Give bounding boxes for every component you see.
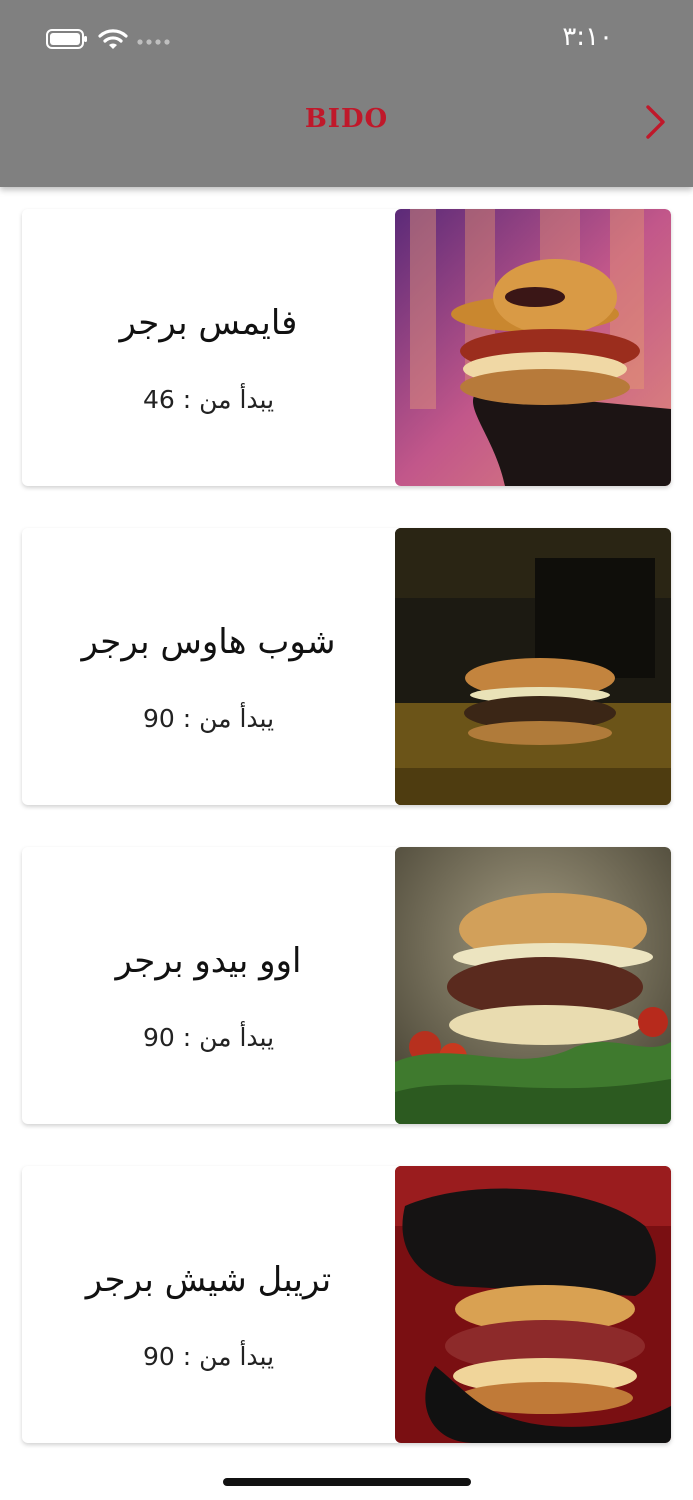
menu-item-photo — [395, 528, 671, 805]
menu-item-photo — [395, 1166, 671, 1443]
menu-item-title: فايمس برجر — [119, 303, 298, 343]
app-header: ٣:١٠ BIDO — [0, 0, 693, 187]
cellular-signal-icon — [137, 39, 170, 45]
menu-item-info: فايمس برجر يبدأ من : 46 — [22, 209, 395, 486]
menu-item-title: تريبل شيش برجر — [85, 1260, 332, 1300]
menu-item-photo — [395, 209, 671, 486]
menu-item-card[interactable]: تريبل شيش برجر يبدأ من : 90 — [22, 1166, 671, 1443]
menu-item-title: شوب هاوس برجر — [81, 622, 336, 662]
status-time: ٣:١٠ — [562, 22, 613, 52]
menu-item-price: يبدأ من : 90 — [142, 1342, 275, 1371]
menu-item-info: تريبل شيش برجر يبدأ من : 90 — [22, 1166, 395, 1443]
menu-item-info: اوو بيدو برجر يبدأ من : 90 — [22, 847, 395, 1124]
menu-item-price: يبدأ من : 46 — [142, 385, 275, 414]
menu-item-card[interactable]: شوب هاوس برجر يبدأ من : 90 — [22, 528, 671, 805]
home-indicator[interactable] — [223, 1478, 471, 1486]
menu-item-info: شوب هاوس برجر يبدأ من : 90 — [22, 528, 395, 805]
back-button[interactable] — [636, 100, 676, 144]
menu-item-title: اوو بيدو برجر — [115, 941, 302, 981]
brand-logo: BIDO — [304, 104, 389, 134]
wifi-icon — [98, 29, 128, 49]
menu-item-price: يبدأ من : 90 — [142, 1023, 275, 1052]
menu-item-card[interactable]: فايمس برجر يبدأ من : 46 — [22, 209, 671, 486]
menu-item-photo — [395, 847, 671, 1124]
battery-icon — [46, 29, 87, 49]
menu-item-price: يبدأ من : 90 — [142, 704, 275, 733]
chevron-right-icon — [646, 105, 665, 139]
menu-item-card[interactable]: اوو بيدو برجر يبدأ من : 90 — [22, 847, 671, 1124]
